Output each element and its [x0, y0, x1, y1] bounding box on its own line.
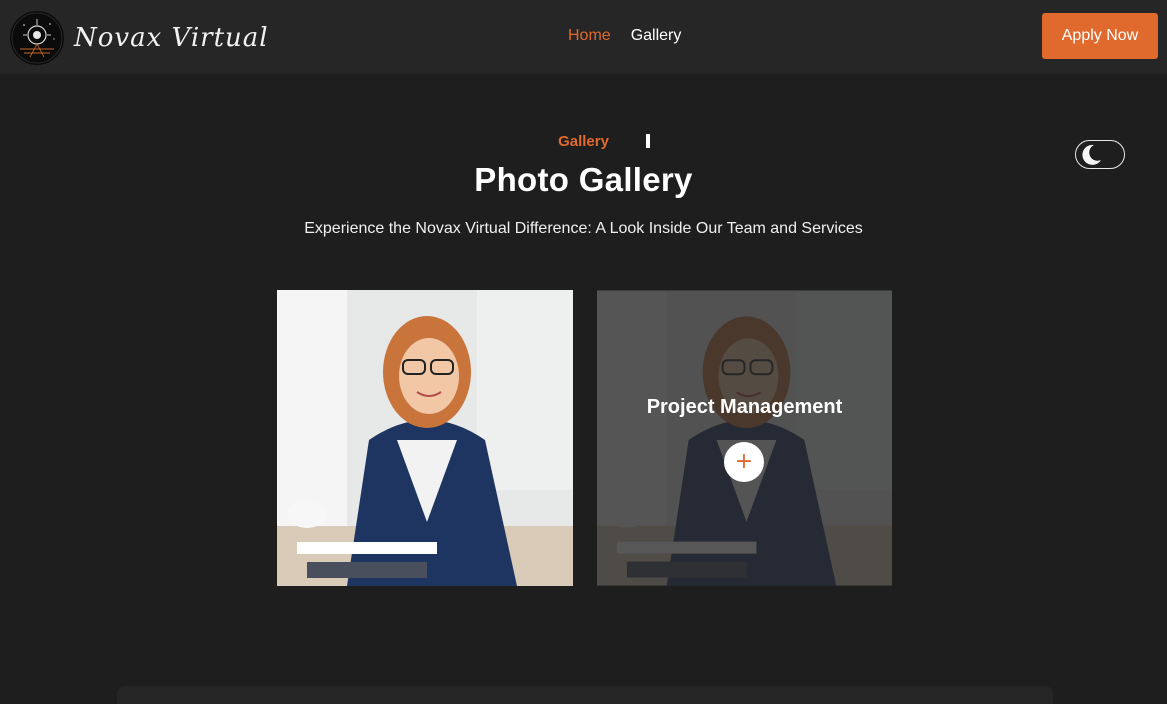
brand-name: Novax Virtual: [74, 23, 269, 53]
page-subtitle: Experience the Novax Virtual Difference:…: [304, 220, 863, 237]
navbar: Novax Virtual Home Gallery Apply Now: [0, 0, 1167, 74]
brand-logo[interactable]: Novax Virtual: [10, 11, 269, 65]
nav-link-gallery[interactable]: Gallery: [631, 27, 682, 45]
main-nav: Home Gallery: [568, 27, 681, 45]
woman-at-desk-photo: [277, 290, 573, 586]
gallery-item-title: Project Management: [646, 396, 843, 418]
next-section-panel: [117, 686, 1053, 704]
gallery-item[interactable]: [277, 290, 573, 586]
nav-link-home[interactable]: Home: [568, 27, 611, 45]
compass-sun-emblem-icon: [10, 11, 64, 65]
crescent-moon-icon: [1082, 144, 1101, 165]
expand-plus-button[interactable]: +: [724, 442, 764, 482]
text-cursor-marker: [646, 134, 650, 148]
page-title: Photo Gallery: [474, 161, 693, 198]
gallery-item[interactable]: Project Management +: [597, 290, 892, 586]
gallery-item-overlay: [597, 290, 892, 586]
apply-now-button[interactable]: Apply Now: [1042, 13, 1158, 59]
section-eyebrow: Gallery: [558, 133, 609, 150]
theme-toggle[interactable]: [1075, 140, 1125, 169]
